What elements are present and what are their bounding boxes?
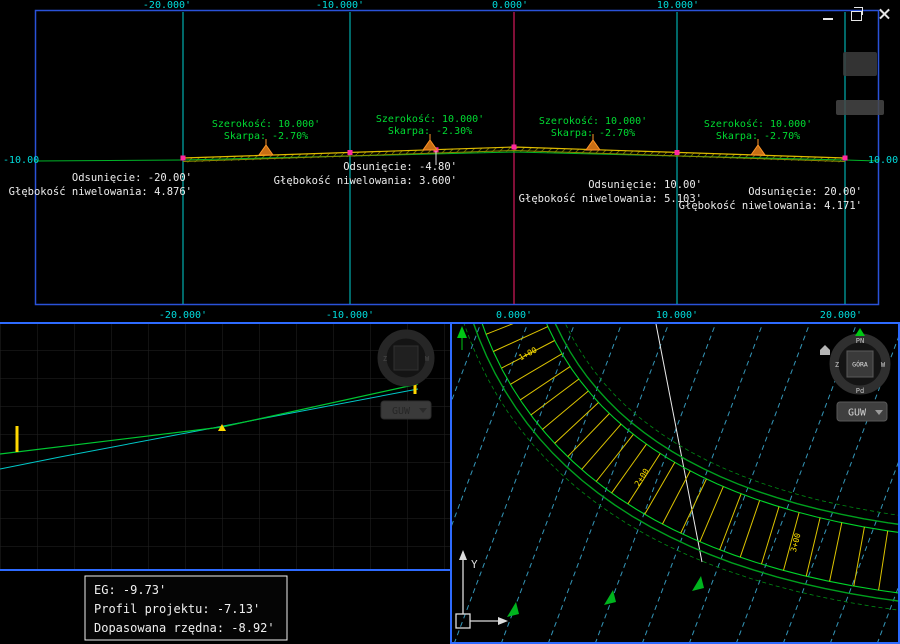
station-label: 2+00 — [633, 467, 651, 488]
axis-label: 20.000' — [820, 310, 862, 321]
axis-label: -10.000' — [326, 310, 374, 321]
plan-viewport[interactable]: 1+00 2+00 3+00 PN Z W Pd GÓRA GUW Y — [450, 322, 900, 644]
north-arrow — [457, 326, 467, 350]
viewcube-west-label: Z — [383, 355, 387, 363]
slope-label: Skarpa: -2.70% — [551, 128, 635, 139]
tooltip-line: EG: -9.73' — [94, 583, 166, 597]
width-label: Szerokość: 10.000' — [704, 118, 812, 130]
viewcube-dimmed-profile[interactable]: Z W — [377, 329, 435, 387]
viewcube-west-label[interactable]: Z — [835, 361, 839, 369]
viewcube-north-arrow[interactable] — [855, 328, 865, 336]
width-label: Szerokość: 10.000' — [539, 115, 647, 127]
viewcube-dimmed[interactable] — [843, 52, 877, 76]
guw-label: GUW — [848, 408, 867, 419]
guw-button[interactable]: GUW — [836, 401, 888, 422]
axis-label: -20.000' — [159, 310, 207, 321]
viewcube-north-label[interactable]: PN — [856, 337, 864, 345]
axis-label: 10.000' — [657, 0, 699, 11]
depth-label: Głębokość niwelowania: 5.103' — [519, 193, 702, 205]
flow-arrows — [507, 576, 704, 617]
grade-annotations: Odsunięcie: -20.00' Głębokość niwelowani… — [9, 161, 862, 212]
elevation-label-left: -10.00 — [3, 155, 39, 166]
depth-label: Głębokość niwelowania: 3.600' — [274, 175, 457, 187]
slope-label: Skarpa: -2.70% — [224, 131, 308, 142]
depth-label: Głębokość niwelowania: 4.876' — [9, 186, 192, 198]
viewcube[interactable]: PN Z W Pd GÓRA — [820, 328, 891, 395]
offset-label: Odsunięcie: 20.00' — [748, 186, 862, 198]
width-label: Szerokość: 10.000' — [212, 118, 320, 130]
guw-button-dimmed[interactable]: GUW — [380, 400, 432, 420]
station-label: 1+00 — [517, 345, 538, 362]
section-viewport[interactable]: -20.000' -10.000' 0.000' 10.000' -20.000… — [0, 0, 900, 322]
window-controls — [820, 6, 892, 22]
offset-label: Odsunięcie: 10.00' — [588, 179, 702, 191]
axis-label: -20.000' — [143, 0, 191, 11]
close-icon — [878, 8, 891, 21]
cad-application-window: -20.000' -10.000' 0.000' 10.000' -20.000… — [0, 0, 900, 644]
station-label: 3+00 — [789, 532, 803, 553]
elevation-label-right: 10.00 — [868, 155, 898, 166]
viewcube-south-label[interactable]: Pd — [856, 387, 864, 395]
tooltip-line: Profil projektu: -7.13' — [94, 602, 260, 616]
axis-label: 10.000' — [656, 310, 698, 321]
tooltip-line: Dopasowana rzędna: -8.92' — [94, 621, 275, 635]
offset-label: Odsunięcie: -20.00' — [72, 172, 192, 184]
navbar-dimmed[interactable] — [836, 100, 884, 115]
ucs-y-label: Y — [471, 558, 478, 571]
slope-label: Skarpa: -2.70% — [716, 131, 800, 142]
home-icon[interactable] — [820, 345, 830, 355]
close-button[interactable] — [876, 6, 892, 22]
offset-label: Odsunięcie: -4.80' — [343, 161, 457, 173]
viewcube-face-label[interactable]: GÓRA — [852, 360, 868, 369]
axis-label: -10.000' — [316, 0, 364, 11]
slope-label: Skarpa: -2.30% — [388, 126, 472, 137]
minimize-icon — [823, 17, 833, 20]
restore-icon — [850, 6, 863, 21]
width-slope-labels: Szerokość: 10.000' Skarpa: -2.70% Szerok… — [212, 113, 812, 142]
profile-viewport[interactable]: Z W GUW EG: -9.73' Profil projektu: -7.1… — [0, 322, 450, 644]
alignment-tangent-line — [655, 323, 703, 563]
ucs-icon: Y — [455, 550, 508, 629]
profile-tooltip: EG: -9.73' Profil projektu: -7.13' Dopas… — [84, 575, 288, 641]
width-label: Szerokość: 10.000' — [376, 113, 484, 125]
restore-button[interactable] — [848, 6, 864, 22]
minimize-button[interactable] — [820, 6, 836, 22]
depth-label: Głębokość niwelowania: 4.171' — [679, 200, 862, 212]
axis-label: 0.000' — [492, 0, 528, 11]
axis-label: 0.000' — [496, 310, 532, 321]
guw-label-dimmed: GUW — [392, 406, 411, 417]
